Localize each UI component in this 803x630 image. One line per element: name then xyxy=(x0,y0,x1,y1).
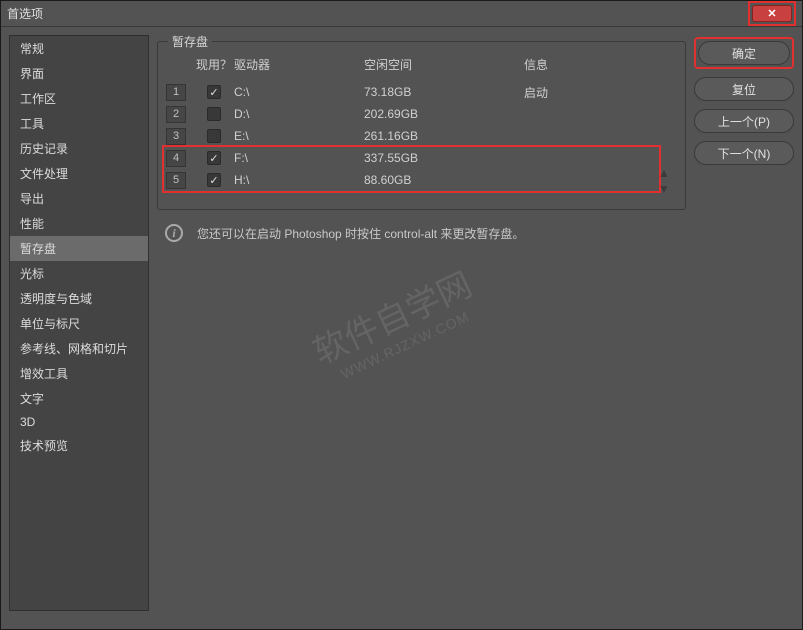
row-checkbox[interactable] xyxy=(207,107,221,121)
window-body: 常规 界面 工作区 工具 历史记录 文件处理 导出 性能 暂存盘 光标 透明度与… xyxy=(1,27,802,629)
sidebar-item-scratchdisks[interactable]: 暂存盘 xyxy=(10,236,148,261)
col-info: 信息 xyxy=(524,56,677,73)
watermark: 软件自学网 WWW.RJZXW.COM xyxy=(299,255,538,494)
scratch-table: 现用？ 驱动器 空闲空间 信息 1 C:\ 73.18GB 启动 xyxy=(166,52,677,191)
close-highlight xyxy=(748,1,796,26)
sidebar-item-tools[interactable]: 工具 xyxy=(10,111,148,136)
move-up-button[interactable]: ▲ xyxy=(655,166,673,180)
sidebar-item-interface[interactable]: 界面 xyxy=(10,61,148,86)
hint-line: i 您还可以在启动 Photoshop 时按住 control-alt 来更改暂… xyxy=(157,224,686,242)
prev-button[interactable]: 上一个(P) xyxy=(694,109,794,133)
fieldset-legend: 暂存盘 xyxy=(168,33,212,50)
reorder-arrows: ▲ ▼ xyxy=(655,166,673,196)
sidebar-item-techpreview[interactable]: 技术预览 xyxy=(10,433,148,458)
row-drive: E:\ xyxy=(234,129,364,143)
reset-button[interactable]: 复位 xyxy=(694,77,794,101)
row-free: 73.18GB xyxy=(364,85,524,99)
table-row[interactable]: 4 F:\ 337.55GB xyxy=(166,147,677,169)
table-row[interactable]: 2 D:\ 202.69GB xyxy=(166,103,677,125)
row-free: 337.55GB xyxy=(364,151,524,165)
content-area: 暂存盘 现用？ 驱动器 空闲空间 信息 1 xyxy=(149,35,694,611)
sidebar-item-transparency[interactable]: 透明度与色域 xyxy=(10,286,148,311)
col-drive: 驱动器 xyxy=(234,56,364,73)
row-index: 1 xyxy=(166,84,186,101)
preferences-window: 首选项 常规 界面 工作区 工具 历史记录 文件处理 导出 性能 暂存盘 光标 … xyxy=(0,0,803,630)
row-drive: D:\ xyxy=(234,107,364,121)
next-button[interactable]: 下一个(N) xyxy=(694,141,794,165)
window-title: 首选项 xyxy=(7,5,748,22)
row-checkbox[interactable] xyxy=(207,85,221,99)
row-info: 启动 xyxy=(524,84,677,101)
sidebar-item-cursors[interactable]: 光标 xyxy=(10,261,148,286)
row-drive: H:\ xyxy=(234,173,364,187)
row-index: 4 xyxy=(166,150,186,167)
sidebar-item-history[interactable]: 历史记录 xyxy=(10,136,148,161)
table-row[interactable]: 1 C:\ 73.18GB 启动 xyxy=(166,81,677,103)
sidebar-item-performance[interactable]: 性能 xyxy=(10,211,148,236)
row-index: 2 xyxy=(166,106,186,123)
row-drive: C:\ xyxy=(234,85,364,99)
table-rows: 1 C:\ 73.18GB 启动 2 D:\ 202.69GB xyxy=(166,81,677,191)
sidebar-item-plugins[interactable]: 增效工具 xyxy=(10,361,148,386)
row-index: 3 xyxy=(166,128,186,145)
row-index: 5 xyxy=(166,172,186,189)
row-free: 202.69GB xyxy=(364,107,524,121)
sidebar-item-filehandling[interactable]: 文件处理 xyxy=(10,161,148,186)
col-free: 空闲空间 xyxy=(364,56,524,73)
row-checkbox[interactable] xyxy=(207,151,221,165)
titlebar: 首选项 xyxy=(1,1,802,27)
ok-highlight: 确定 xyxy=(694,37,794,69)
ok-button[interactable]: 确定 xyxy=(698,41,790,65)
sidebar-item-workspace[interactable]: 工作区 xyxy=(10,86,148,111)
sidebar-item-units[interactable]: 单位与标尺 xyxy=(10,311,148,336)
col-active: 现用？ xyxy=(194,56,234,73)
row-checkbox[interactable] xyxy=(207,129,221,143)
sidebar-item-type[interactable]: 文字 xyxy=(10,386,148,411)
row-drive: F:\ xyxy=(234,151,364,165)
table-row[interactable]: 3 E:\ 261.16GB xyxy=(166,125,677,147)
sidebar: 常规 界面 工作区 工具 历史记录 文件处理 导出 性能 暂存盘 光标 透明度与… xyxy=(9,35,149,611)
button-panel: 确定 复位 上一个(P) 下一个(N) xyxy=(694,35,794,611)
sidebar-item-general[interactable]: 常规 xyxy=(10,36,148,61)
row-free: 88.60GB xyxy=(364,173,524,187)
sidebar-item-guides[interactable]: 参考线、网格和切片 xyxy=(10,336,148,361)
close-button[interactable] xyxy=(752,5,792,22)
scratch-fieldset: 暂存盘 现用？ 驱动器 空闲空间 信息 1 xyxy=(157,41,686,210)
table-row[interactable]: 5 H:\ 88.60GB xyxy=(166,169,677,191)
hint-text: 您还可以在启动 Photoshop 时按住 control-alt 来更改暂存盘… xyxy=(197,225,524,242)
table-header: 现用？ 驱动器 空闲空间 信息 xyxy=(166,52,677,81)
info-icon: i xyxy=(165,224,183,242)
sidebar-item-export[interactable]: 导出 xyxy=(10,186,148,211)
row-checkbox[interactable] xyxy=(207,173,221,187)
sidebar-item-3d[interactable]: 3D xyxy=(10,411,148,433)
row-free: 261.16GB xyxy=(364,129,524,143)
move-down-button[interactable]: ▼ xyxy=(655,182,673,196)
